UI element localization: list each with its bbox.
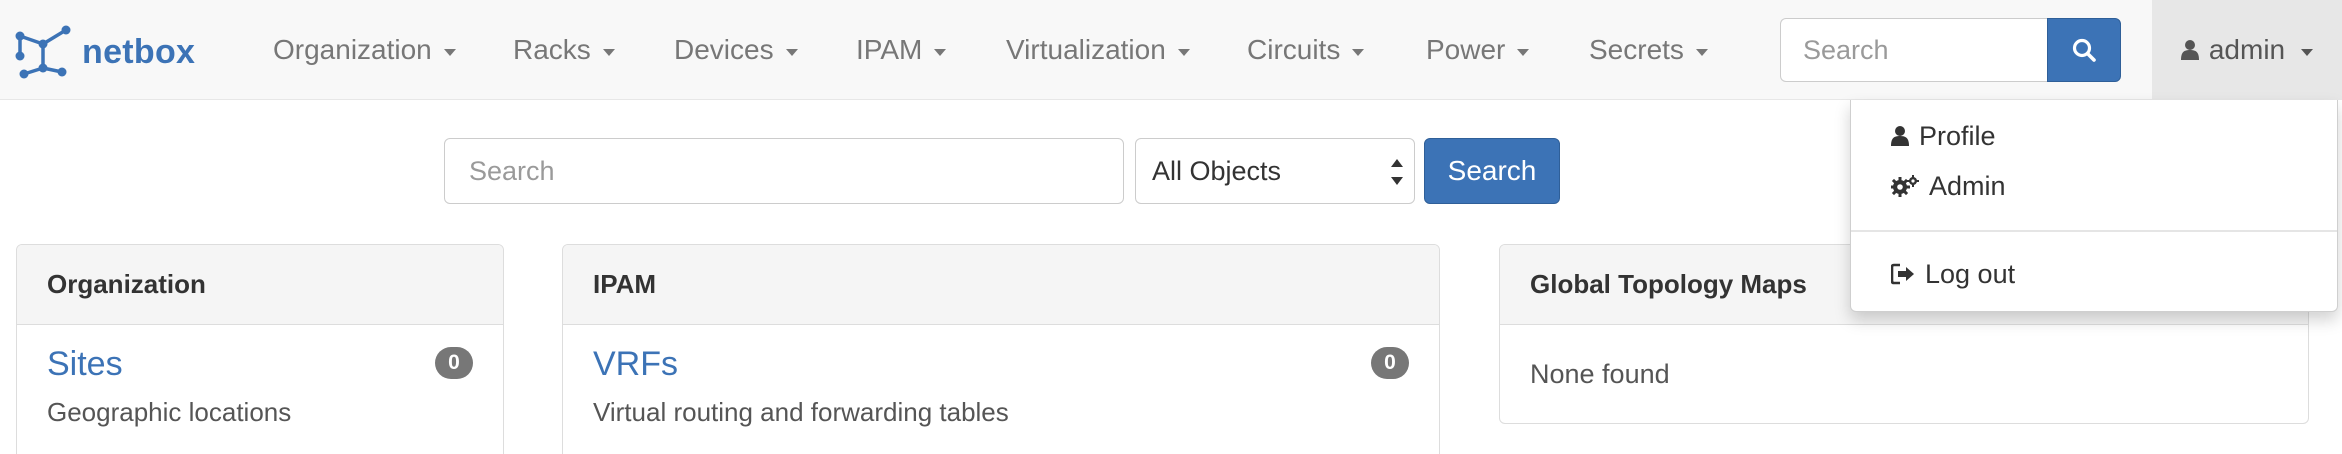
- user-icon: [2180, 40, 2199, 60]
- caret-down-icon: [1695, 48, 1708, 56]
- panel-organization: Organization Sites 0 Geographic location…: [16, 244, 504, 454]
- search-icon: [2072, 38, 2096, 62]
- entry-description: Virtual routing and forwarding tables: [593, 397, 1009, 427]
- panel-heading: Organization: [17, 245, 503, 325]
- nav-secrets[interactable]: Secrets: [1589, 0, 1708, 100]
- navbar: netbox Organization Racks Devices IPAM V…: [0, 0, 2342, 100]
- dropdown-item-admin[interactable]: Admin: [1891, 166, 2006, 206]
- caret-down-icon: [1352, 48, 1365, 56]
- nav-virtualization[interactable]: Virtualization: [1006, 0, 1190, 100]
- caret-down-icon: [934, 48, 947, 56]
- count-badge: 0: [1371, 347, 1409, 379]
- user-menu-toggle[interactable]: admin: [2152, 0, 2342, 100]
- sign-out-icon: [1891, 263, 1914, 285]
- caret-down-icon: [443, 48, 456, 56]
- user-dropdown-menu: Profile Admin Log out: [1850, 100, 2338, 312]
- nav-devices-label: Devices: [674, 34, 774, 65]
- nav-power-label: Power: [1426, 34, 1506, 65]
- caret-down-icon: [2301, 48, 2314, 56]
- object-type-select[interactable]: All Objects: [1135, 138, 1415, 204]
- caret-down-icon: [785, 48, 798, 56]
- dropdown-item-profile[interactable]: Profile: [1891, 116, 1996, 156]
- select-arrows-icon: [1390, 157, 1404, 187]
- navbar-search-button[interactable]: [2047, 18, 2121, 82]
- nav-power[interactable]: Power: [1426, 0, 1530, 100]
- caret-down-icon: [1517, 48, 1530, 56]
- nav-circuits[interactable]: Circuits: [1247, 0, 1365, 100]
- nav-secrets-label: Secrets: [1589, 34, 1684, 65]
- user-name: admin: [2208, 34, 2286, 65]
- netbox-logo-icon: [15, 25, 71, 79]
- nav-devices[interactable]: Devices: [674, 0, 798, 100]
- navbar-search-input[interactable]: [1780, 18, 2048, 82]
- vrfs-link[interactable]: VRFs: [593, 345, 678, 384]
- dropdown-item-logout[interactable]: Log out: [1891, 254, 2015, 294]
- nav-racks-label: Racks: [513, 34, 591, 65]
- global-search-input[interactable]: [444, 138, 1124, 204]
- count-badge: 0: [435, 347, 473, 379]
- entry-description: Geographic locations: [47, 397, 292, 427]
- user-icon: [1891, 126, 1909, 146]
- dropdown-item-label: Profile: [1919, 120, 1996, 151]
- dropdown-item-label: Admin: [1929, 170, 2006, 201]
- object-type-selected: All Objects: [1152, 155, 1282, 186]
- panel-ipam: IPAM VRFs 0 Virtual routing and forwardi…: [562, 244, 1440, 454]
- nav-racks[interactable]: Racks: [513, 0, 615, 100]
- panel-heading: IPAM: [563, 245, 1439, 325]
- brand-name: netbox: [82, 32, 196, 71]
- nav-organization[interactable]: Organization: [273, 0, 456, 100]
- sites-link[interactable]: Sites: [47, 345, 123, 384]
- dropdown-item-label: Log out: [1925, 258, 2016, 289]
- nav-virtualization-label: Virtualization: [1006, 34, 1166, 65]
- search-button[interactable]: Search: [1424, 138, 1560, 204]
- gears-icon: [1891, 175, 1919, 197]
- brand-logo[interactable]: netbox: [14, 22, 195, 82]
- nav-circuits-label: Circuits: [1247, 34, 1341, 65]
- caret-down-icon: [1177, 48, 1190, 56]
- nav-organization-label: Organization: [273, 34, 432, 65]
- nav-ipam[interactable]: IPAM: [856, 0, 947, 100]
- caret-down-icon: [602, 48, 615, 56]
- dropdown-divider: [1851, 230, 2337, 232]
- nav-ipam-label: IPAM: [856, 34, 923, 65]
- empty-state-text: None found: [1530, 359, 1670, 389]
